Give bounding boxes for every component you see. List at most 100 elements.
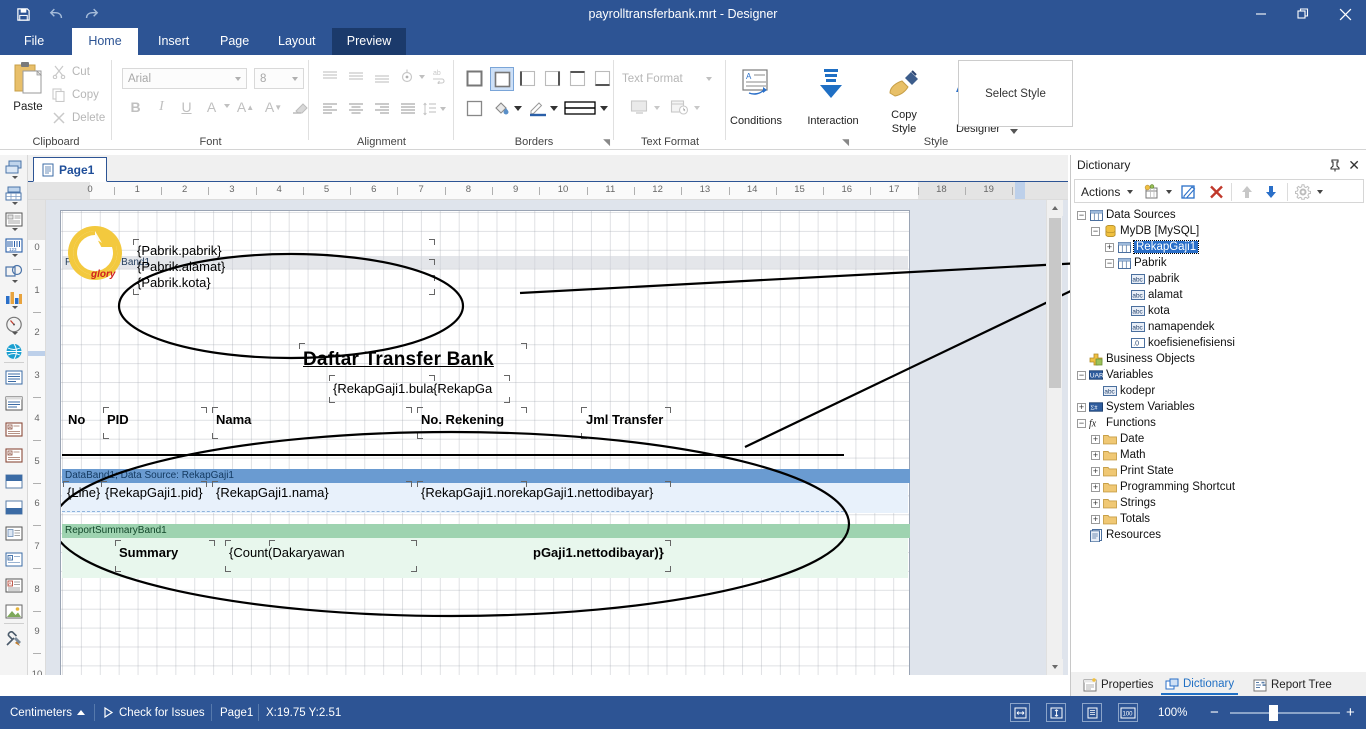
delete-button[interactable] [1208, 182, 1225, 202]
decrease-font-button[interactable]: A ▼ [262, 96, 285, 118]
sum-expr[interactable]: pGaji1.nettodibayar)} [533, 545, 664, 560]
current-page-label[interactable]: Page1 [220, 696, 253, 729]
tab-insert[interactable]: Insert [144, 28, 199, 55]
close-icon[interactable] [1324, 0, 1366, 28]
dictionary-tree-node[interactable]: abc alamat [1119, 287, 1183, 303]
expand-icon[interactable]: + [1091, 498, 1100, 508]
dictionary-tree-node[interactable]: − fx Functions [1077, 415, 1156, 431]
chevron-down-icon[interactable] [654, 106, 660, 110]
zoom-in-button[interactable]: + [1346, 696, 1355, 729]
fit-width-icon[interactable] [1010, 703, 1030, 722]
collapse-icon[interactable]: − [1077, 418, 1086, 428]
align-right-icon[interactable] [373, 101, 391, 122]
style-dialog-launcher[interactable]: ◥ [842, 137, 849, 148]
check-issues-button[interactable]: Check for Issues [104, 696, 205, 729]
copy-style-icon[interactable] [888, 69, 922, 104]
align-bottom-icon[interactable] [373, 71, 391, 92]
tahun-field[interactable]: {RekapGa [433, 381, 492, 396]
expand-icon[interactable]: + [1091, 514, 1100, 524]
align-justify-icon[interactable] [399, 101, 417, 122]
interaction-button[interactable]: Interaction [794, 113, 872, 127]
dictionary-tree-node[interactable]: + Programming Shortcut [1091, 479, 1235, 495]
border-bottom-icon[interactable] [593, 69, 612, 93]
save-icon[interactable] [12, 3, 34, 25]
dictionary-tree-node[interactable]: + Totals [1091, 511, 1150, 527]
checkbox-component-icon[interactable]: A [3, 549, 25, 571]
vertical-ruler[interactable]: 01234567891011 [28, 200, 46, 675]
dictionary-tree-node[interactable]: abc kodepr [1091, 383, 1155, 399]
line-spacing-icon[interactable] [423, 101, 437, 122]
band-header-reportsummaryband1[interactable]: ReportSummaryBand1 [62, 524, 910, 538]
textbox2-component-icon[interactable]: A [3, 445, 25, 467]
zoom-slider[interactable] [1230, 712, 1340, 714]
zoom-100-icon[interactable]: 100 [1118, 703, 1138, 722]
zoom-slider-thumb[interactable] [1269, 705, 1278, 721]
chevron-down-icon[interactable] [419, 75, 425, 79]
barcode-dropdown-icon[interactable] [12, 254, 18, 257]
text-format-combo[interactable]: Text Format [622, 69, 716, 89]
collapse-icon[interactable]: − [1077, 210, 1086, 220]
company-logo[interactable]: glory [63, 225, 135, 287]
scroll-down-icon[interactable] [1047, 659, 1063, 675]
collapse-icon[interactable]: − [1105, 258, 1114, 268]
map-globe-icon[interactable] [3, 340, 25, 362]
align-center-icon[interactable] [347, 101, 365, 122]
scrollbar-thumb[interactable] [1049, 218, 1061, 388]
edit-button[interactable] [1180, 182, 1197, 202]
conditions-icon[interactable]: A [740, 67, 774, 104]
report-title[interactable]: Daftar Transfer Bank [303, 349, 494, 371]
underline-button[interactable]: U [175, 96, 198, 118]
move-down-button[interactable] [1263, 182, 1279, 202]
textbox-component-icon[interactable]: A [3, 419, 25, 441]
border-style-icon[interactable] [564, 100, 596, 121]
tab-report-tree[interactable]: Report Tree [1249, 674, 1336, 695]
report-design-canvas[interactable]: PageHeaderBand1 glory {Pabrik.pabrik} {P… [46, 200, 1068, 675]
gauge-dropdown-icon[interactable] [12, 332, 18, 335]
tab-dictionary[interactable]: Dictionary [1161, 674, 1239, 695]
font-size-combo[interactable]: 8 [254, 68, 304, 89]
expand-icon[interactable]: + [1091, 434, 1100, 444]
col-header-jmltransfer[interactable]: Jml Transfer [586, 412, 663, 427]
dictionary-tree-node[interactable]: − MyDB [MySQL] [1091, 223, 1199, 239]
zoom-out-button[interactable]: − [1210, 696, 1219, 729]
dictionary-tree-node[interactable]: + Date [1091, 431, 1144, 447]
summary-label[interactable]: Summary [119, 545, 178, 560]
cut-button[interactable]: Cut [52, 65, 90, 79]
tab-preview[interactable]: Preview [332, 28, 406, 55]
one-page-icon[interactable] [1082, 703, 1102, 722]
richtext2-component-icon[interactable]: A [3, 575, 25, 597]
align-left-icon[interactable] [321, 101, 339, 122]
dictionary-tree-node[interactable]: abc pabrik [1119, 271, 1179, 287]
alamat-field[interactable]: {Pabrik.alamat} [137, 259, 225, 274]
kota-field[interactable]: {Pabrik.kota} [137, 275, 211, 290]
karyawan-label[interactable]: karyawan [289, 545, 345, 560]
bands-tool-dropdown-icon[interactable] [12, 176, 18, 179]
tab-layout[interactable]: Layout [264, 28, 326, 55]
chevron-down-icon[interactable] [694, 106, 700, 110]
new-item-button[interactable] [1143, 182, 1172, 202]
dictionary-tree-node[interactable]: − Data Sources [1077, 207, 1176, 223]
dictionary-tree-node[interactable]: abc namapendek [1119, 319, 1215, 335]
dictionary-tree-node[interactable]: Business Objects [1077, 351, 1195, 367]
text-format-datetime-icon[interactable] [670, 99, 689, 120]
text-format-display-icon[interactable] [630, 99, 649, 120]
chevron-down-icon[interactable] [550, 106, 558, 111]
richtext-component-icon[interactable] [3, 393, 25, 415]
delete-button[interactable]: Delete [52, 111, 105, 125]
expand-icon[interactable]: + [1091, 482, 1100, 492]
text-component-icon[interactable] [3, 367, 25, 389]
redo-icon[interactable] [80, 3, 102, 25]
dictionary-tree-node[interactable]: − Pabrik [1105, 255, 1167, 271]
dictionary-tree-node[interactable]: + Strings [1091, 495, 1156, 511]
collapse-icon[interactable]: − [1091, 226, 1100, 236]
select-style-dropdown-icon[interactable] [1010, 129, 1018, 134]
dictionary-tree-node[interactable]: + Σ# System Variables [1077, 399, 1195, 415]
paste-button[interactable]: Paste [8, 61, 48, 113]
move-up-button[interactable] [1239, 182, 1255, 202]
fill-color-icon[interactable] [492, 99, 512, 123]
subreport-component-icon[interactable] [3, 523, 25, 545]
shapes-dropdown-icon[interactable] [12, 280, 18, 283]
settings-gear-button[interactable] [1295, 182, 1323, 202]
font-color-button[interactable]: A [200, 96, 223, 118]
align-top-icon[interactable] [321, 69, 339, 90]
